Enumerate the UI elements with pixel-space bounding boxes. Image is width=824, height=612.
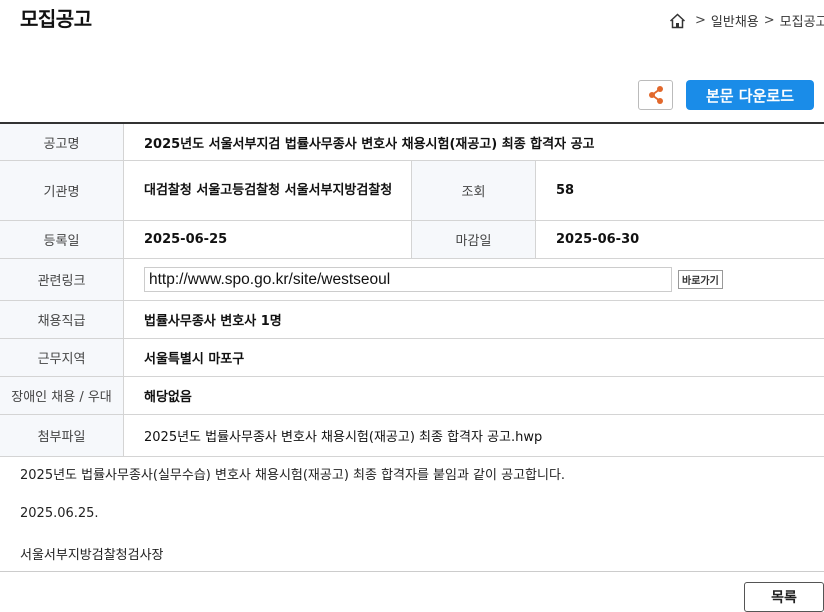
label-deadline: 마감일 bbox=[412, 221, 536, 258]
label-job: 채용직급 bbox=[0, 301, 124, 338]
related-link[interactable]: http://www.spo.go.kr/site/westseoul bbox=[144, 267, 672, 292]
share-button[interactable] bbox=[638, 80, 673, 110]
breadcrumb-item-general[interactable]: 일반채용 bbox=[711, 11, 759, 30]
value-views: 58 bbox=[556, 183, 575, 198]
label-attachment: 첨부파일 bbox=[0, 415, 124, 456]
label-views: 조회 bbox=[412, 161, 536, 220]
page-title: 모집공고 bbox=[20, 7, 92, 31]
body-line-signature: 서울서부지방검찰청검사장 bbox=[20, 548, 164, 563]
label-agency: 기관명 bbox=[0, 161, 124, 220]
value-job: 법률사무종사 변호사 1명 bbox=[144, 314, 282, 329]
list-button[interactable]: 목록 bbox=[744, 582, 824, 612]
go-link-button[interactable]: 바로가기 bbox=[678, 270, 723, 289]
label-link: 관련링크 bbox=[0, 259, 124, 300]
value-notice-name: 2025년도 서울서부지검 법률사무종사 변호사 채용시험(재공고) 최종 합격… bbox=[144, 136, 595, 152]
attachment-file-link[interactable]: 2025년도 법률사무종사 변호사 채용시험(재공고) 최종 합격자 공고.hw… bbox=[124, 415, 824, 456]
value-location: 서울특별시 마포구 bbox=[144, 352, 245, 367]
row-notice-name: 공고명 2025년도 서울서부지검 법률사무종사 변호사 채용시험(재공고) 최… bbox=[0, 124, 824, 161]
row-attachment: 첨부파일 2025년도 법률사무종사 변호사 채용시험(재공고) 최종 합격자 … bbox=[0, 415, 824, 457]
body-line-announcement: 2025년도 법률사무종사(실무수습) 변호사 채용시험(재공고) 최종 합격자… bbox=[20, 468, 566, 483]
row-dates: 등록일 2025-06-25 마감일 2025-06-30 bbox=[0, 221, 824, 259]
value-agency: 대검찰청 서울고등검찰청 서울서부지방검찰청 bbox=[124, 161, 412, 220]
row-agency: 기관명 대검찰청 서울고등검찰청 서울서부지방검찰청 조회 58 bbox=[0, 161, 824, 221]
breadcrumb-separator: > bbox=[763, 13, 775, 28]
notice-info-table: 공고명 2025년도 서울서부지검 법률사무종사 변호사 채용시험(재공고) 최… bbox=[0, 122, 824, 457]
row-disability: 장애인 채용 / 우대 해당없음 bbox=[0, 377, 824, 415]
label-location: 근무지역 bbox=[0, 339, 124, 376]
label-notice-name: 공고명 bbox=[0, 124, 124, 160]
breadcrumb-separator: > bbox=[695, 13, 706, 28]
row-location: 근무지역 서울특별시 마포구 bbox=[0, 339, 824, 377]
value-reg-date: 2025-06-25 bbox=[124, 221, 412, 258]
body-line-date: 2025.06.25. bbox=[20, 506, 99, 521]
home-icon[interactable] bbox=[668, 12, 686, 30]
label-disability: 장애인 채용 / 우대 bbox=[0, 377, 124, 414]
value-deadline: 2025-06-30 bbox=[556, 232, 640, 247]
breadcrumb: > 일반채용 > 모집공고 bbox=[668, 11, 824, 30]
row-job: 채용직급 법률사무종사 변호사 1명 bbox=[0, 301, 824, 339]
share-icon bbox=[648, 86, 663, 104]
row-link: 관련링크 http://www.spo.go.kr/site/westseoul… bbox=[0, 259, 824, 301]
link-cell: http://www.spo.go.kr/site/westseoul 바로가기 bbox=[124, 259, 824, 300]
label-reg-date: 등록일 bbox=[0, 221, 124, 258]
divider bbox=[0, 571, 824, 572]
download-body-button[interactable]: 본문 다운로드 bbox=[686, 80, 814, 110]
breadcrumb-item-notice[interactable]: 모집공고 bbox=[780, 11, 824, 30]
value-disability: 해당없음 bbox=[144, 390, 192, 405]
